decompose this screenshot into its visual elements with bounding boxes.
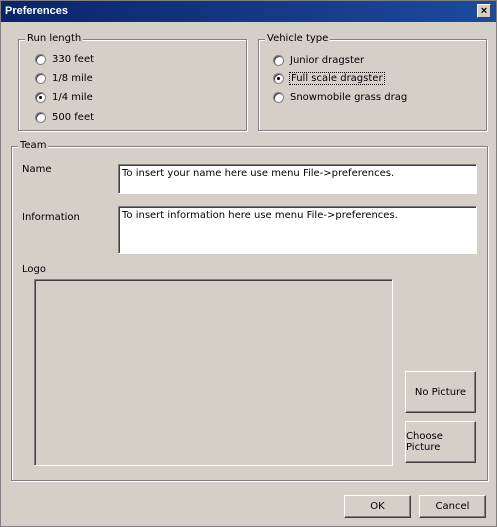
radio-full-scale-dragster[interactable]: Full scale dragster bbox=[273, 71, 385, 85]
name-label: Name bbox=[22, 164, 52, 175]
title-bar[interactable]: Preferences × bbox=[1, 1, 496, 22]
ok-button[interactable]: OK bbox=[344, 495, 411, 518]
radio-330-feet[interactable]: 330 feet bbox=[35, 52, 94, 66]
vehicle-type-legend: Vehicle type bbox=[265, 33, 331, 44]
radio-label: Full scale dragster bbox=[289, 71, 385, 85]
run-length-group: Run length 330 feet 1/8 mile 1/4 mile 50… bbox=[18, 33, 247, 131]
logo-label: Logo bbox=[22, 264, 46, 275]
radio-button-checked-icon[interactable] bbox=[35, 91, 46, 103]
radio-button-checked-icon[interactable] bbox=[273, 72, 284, 84]
cancel-label: Cancel bbox=[435, 501, 470, 512]
choose-picture-button[interactable]: Choose Picture bbox=[405, 421, 476, 463]
radio-label: Junior dragster bbox=[290, 54, 365, 66]
team-legend: Team bbox=[18, 140, 49, 151]
team-group: Team Name To insert your name here use m… bbox=[11, 140, 488, 481]
no-picture-button[interactable]: No Picture bbox=[405, 371, 476, 413]
vehicle-type-group: Vehicle type Junior dragster Full scale … bbox=[258, 33, 487, 131]
radio-label: Snowmobile grass drag bbox=[290, 91, 408, 103]
preferences-dialog: Preferences × Run length 330 feet 1/8 mi… bbox=[0, 0, 497, 527]
radio-snowmobile-grass-drag[interactable]: Snowmobile grass drag bbox=[273, 90, 407, 104]
radio-1-8-mile[interactable]: 1/8 mile bbox=[35, 71, 93, 85]
radio-1-4-mile[interactable]: 1/4 mile bbox=[35, 90, 93, 104]
name-field[interactable]: To insert your name here use menu File->… bbox=[118, 164, 477, 194]
window-title: Preferences bbox=[5, 5, 68, 17]
logo-image-area bbox=[34, 279, 393, 466]
information-label: Information bbox=[22, 212, 80, 223]
radio-button-icon[interactable] bbox=[35, 111, 46, 123]
radio-button-icon[interactable] bbox=[35, 72, 46, 84]
radio-label: 330 feet bbox=[52, 53, 95, 65]
radio-button-icon[interactable] bbox=[273, 54, 284, 66]
close-icon: × bbox=[480, 5, 488, 17]
radio-label: 500 feet bbox=[52, 111, 95, 123]
run-length-legend: Run length bbox=[25, 33, 84, 44]
radio-label: 1/4 mile bbox=[52, 91, 93, 103]
radio-label: 1/8 mile bbox=[52, 72, 93, 84]
close-button[interactable]: × bbox=[477, 4, 491, 18]
cancel-button[interactable]: Cancel bbox=[419, 495, 486, 518]
ok-label: OK bbox=[370, 501, 385, 512]
information-field[interactable]: To insert information here use menu File… bbox=[118, 206, 477, 254]
choose-picture-label: Choose Picture bbox=[406, 431, 443, 453]
radio-button-icon[interactable] bbox=[273, 91, 284, 103]
radio-500-feet[interactable]: 500 feet bbox=[35, 110, 94, 124]
no-picture-label: No Picture bbox=[414, 386, 467, 398]
radio-button-icon[interactable] bbox=[35, 53, 46, 65]
radio-junior-dragster[interactable]: Junior dragster bbox=[273, 53, 364, 67]
